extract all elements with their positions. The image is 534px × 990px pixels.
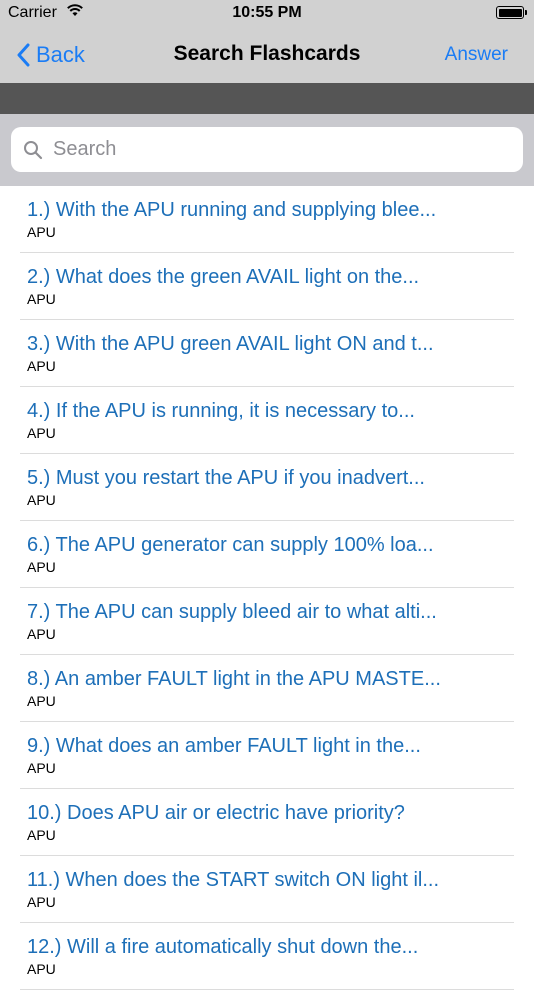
- flashcard-category: APU: [27, 492, 56, 508]
- search-input[interactable]: [51, 137, 495, 162]
- flashcard-question: 2.) What does the green AVAIL light on t…: [27, 266, 420, 288]
- list-item[interactable]: 2.) What does the green AVAIL light on t…: [20, 253, 514, 320]
- flashcard-question: 4.) If the APU is running, it is necessa…: [27, 400, 415, 422]
- list-item[interactable]: 1.) With the APU running and supplying b…: [20, 186, 514, 253]
- flashcard-category: APU: [27, 224, 56, 240]
- list-item[interactable]: 10.) Does APU air or electric have prior…: [20, 789, 514, 856]
- flashcard-question: 1.) With the APU running and supplying b…: [27, 199, 437, 221]
- list-item[interactable]: 12.) Will a fire automatically shut down…: [20, 923, 514, 990]
- flashcard-category: APU: [27, 358, 56, 374]
- flashcard-question: 6.) The APU generator can supply 100% lo…: [27, 534, 434, 556]
- list-item[interactable]: 9.) What does an amber FAULT light in th…: [20, 722, 514, 789]
- list-item[interactable]: 5.) Must you restart the APU if you inad…: [20, 454, 514, 521]
- search-field-container[interactable]: [11, 127, 523, 172]
- flashcard-question: 8.) An amber FAULT light in the APU MAST…: [27, 668, 441, 690]
- flashcard-category: APU: [27, 425, 56, 441]
- flashcard-question: 10.) Does APU air or electric have prior…: [27, 802, 405, 824]
- flashcard-category: APU: [27, 559, 56, 575]
- flashcard-category: APU: [27, 827, 56, 843]
- status-bar: Carrier 10:55 PM: [0, 0, 534, 28]
- navigation-bar: Back Search Flashcards Answer: [0, 28, 534, 83]
- search-icon: [24, 140, 43, 159]
- flashcard-category: APU: [27, 626, 56, 642]
- flashcard-list: 1.) With the APU running and supplying b…: [0, 186, 534, 990]
- search-bar: [0, 114, 534, 186]
- list-item[interactable]: 4.) If the APU is running, it is necessa…: [20, 387, 514, 454]
- battery-icon: [496, 6, 527, 19]
- flashcard-question: 9.) What does an amber FAULT light in th…: [27, 735, 421, 757]
- list-item[interactable]: 7.) The APU can supply bleed air to what…: [20, 588, 514, 655]
- flashcard-question: 3.) With the APU green AVAIL light ON an…: [27, 333, 434, 355]
- flashcard-question: 7.) The APU can supply bleed air to what…: [27, 601, 437, 623]
- list-item[interactable]: 11.) When does the START switch ON light…: [20, 856, 514, 923]
- flashcard-question: 5.) Must you restart the APU if you inad…: [27, 467, 425, 489]
- clock: 10:55 PM: [232, 4, 302, 21]
- flashcard-category: APU: [27, 760, 56, 776]
- list-item[interactable]: 8.) An amber FAULT light in the APU MAST…: [20, 655, 514, 722]
- flashcard-category: APU: [27, 291, 56, 307]
- divider-strip: [0, 83, 534, 114]
- list-item[interactable]: 6.) The APU generator can supply 100% lo…: [20, 521, 514, 588]
- flashcard-category: APU: [27, 894, 56, 910]
- flashcard-question: 12.) Will a fire automatically shut down…: [27, 936, 419, 958]
- flashcard-category: APU: [27, 961, 56, 977]
- flashcard-question: 11.) When does the START switch ON light…: [27, 869, 440, 891]
- answer-button[interactable]: Answer: [445, 44, 508, 66]
- list-item[interactable]: 3.) With the APU green AVAIL light ON an…: [20, 320, 514, 387]
- flashcard-category: APU: [27, 693, 56, 709]
